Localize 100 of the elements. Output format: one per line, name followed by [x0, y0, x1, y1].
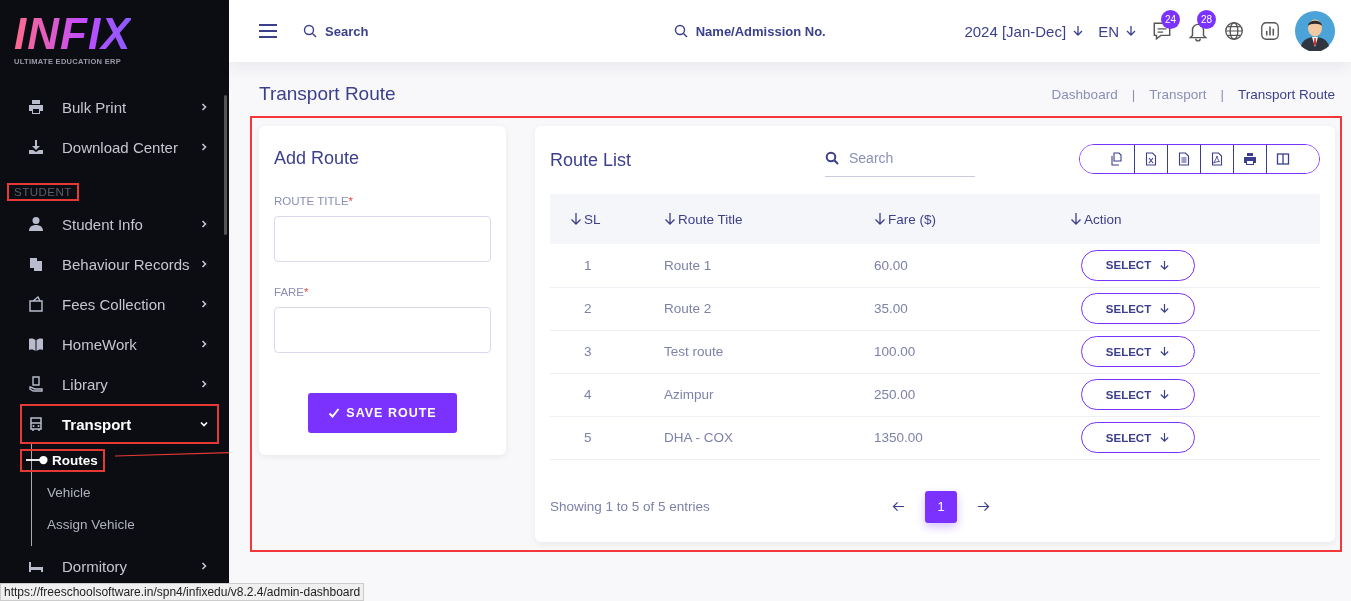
table-cell: 250.00 — [874, 387, 916, 402]
select-dropdown-button[interactable]: SELECT — [1081, 249, 1195, 281]
down-arrow-icon — [1159, 303, 1171, 314]
person-icon — [28, 216, 44, 232]
submenu-item[interactable]: Vehicle — [20, 480, 98, 504]
notification-badge: 28 — [1197, 10, 1216, 29]
user-avatar[interactable] — [1295, 11, 1335, 51]
chevron-icon — [199, 142, 209, 152]
table-cell: 35.00 — [874, 301, 908, 316]
menu-item[interactable]: Download Center — [20, 127, 219, 167]
menu-item[interactable]: Dormitory — [20, 546, 219, 586]
previous-arrow-icon[interactable] — [892, 500, 905, 513]
select-dropdown-button[interactable]: SELECT — [1081, 336, 1195, 367]
menu-item[interactable]: Library — [20, 364, 219, 404]
language-dropdown[interactable]: EN — [1098, 22, 1137, 40]
search-icon — [673, 24, 688, 38]
session-dropdown[interactable]: 2024 [Jan-Dec] — [964, 22, 1085, 40]
field-label: ROUTE TITLE* — [274, 195, 355, 207]
printer-icon — [28, 99, 44, 115]
chevron-icon — [199, 259, 209, 269]
book-icon — [28, 336, 44, 352]
menu-item[interactable]: Fees Collection — [20, 284, 219, 324]
table-cell: 1 — [584, 257, 592, 273]
table-cell: DHA - COX — [664, 430, 733, 445]
table-cell: Azimpur — [664, 387, 714, 402]
select-dropdown-button[interactable]: SELECT — [1081, 293, 1195, 324]
chevron-icon — [199, 561, 209, 571]
next-arrow-icon[interactable] — [977, 500, 990, 513]
chevron-icon — [199, 419, 209, 429]
entries-info: Showing 1 to 5 of 5 entries — [550, 499, 710, 514]
table-cell: Route 2 — [664, 301, 712, 316]
card-title: Route List — [550, 149, 632, 171]
chevron-icon — [199, 339, 209, 349]
down-arrow-icon — [1072, 25, 1085, 37]
breadcrumb-separator: | — [1131, 86, 1136, 102]
table-cell: 2 — [584, 301, 592, 316]
breadcrumb-separator: | — [1220, 86, 1224, 102]
table-cell: 4 — [584, 387, 592, 402]
submenu-item[interactable]: Routes — [20, 448, 105, 472]
menu-item[interactable]: Transport — [20, 404, 219, 444]
table-cell: Test route — [664, 344, 724, 359]
section-label: STUDENT — [7, 183, 79, 201]
globe-icon[interactable] — [1223, 20, 1245, 42]
clipboard-icon — [28, 256, 44, 272]
down-arrow-icon — [1159, 389, 1171, 400]
pdf-file-icon — [1210, 152, 1224, 166]
table-cell: Route 1 — [664, 257, 712, 273]
menu-icon[interactable] — [259, 24, 277, 38]
column-header[interactable]: SL — [550, 194, 664, 244]
menu-item[interactable]: Bulk Print — [20, 87, 219, 127]
download-icon — [28, 139, 44, 155]
columns-icon — [1276, 152, 1290, 166]
field-label: FARE* — [274, 286, 310, 298]
chart-icon[interactable] — [1259, 20, 1281, 42]
wallet-icon — [28, 296, 44, 312]
column-header[interactable]: Fare ($) — [874, 194, 1070, 244]
url-status-tooltip: https://freeschoolsoftware.in/spn4/infixedu/v8.2.4/admin-dashboard — [0, 583, 365, 601]
printer-icon — [1243, 152, 1257, 166]
menu-item[interactable]: HomeWork — [20, 324, 219, 364]
search-icon — [303, 24, 317, 38]
chevron-icon — [199, 102, 209, 112]
down-arrow-icon — [1159, 432, 1171, 443]
select-dropdown-button[interactable]: SELECT — [1081, 379, 1195, 410]
search-field[interactable]: Search — [323, 22, 427, 40]
table-cell: 100.00 — [874, 344, 916, 359]
menu-item[interactable]: Behaviour Records — [20, 244, 219, 284]
search-field[interactable]: Search — [825, 139, 975, 177]
column-header[interactable]: Action — [1070, 194, 1320, 244]
chevron-icon — [199, 299, 209, 309]
page-title: Transport Route — [259, 83, 396, 105]
table-cell: 3 — [584, 344, 592, 359]
input-field[interactable] — [274, 307, 491, 353]
scrollbar[interactable] — [224, 95, 227, 235]
notification-badge: 24 — [1161, 10, 1180, 29]
breadcrumb-link[interactable]: Transport Route — [1237, 86, 1335, 102]
check-icon — [328, 407, 341, 419]
card-title: Add Route — [274, 148, 361, 169]
export-button[interactable] — [1266, 145, 1319, 173]
select-dropdown-button[interactable]: SELECT — [1081, 422, 1195, 453]
input-field[interactable] — [274, 216, 491, 262]
page-button[interactable]: 1 — [925, 490, 957, 523]
table-cell: 1350.00 — [874, 430, 923, 445]
sort-arrow-icon — [874, 211, 886, 226]
search-icon — [825, 150, 839, 165]
chevron-icon — [199, 219, 209, 229]
copy-icon — [1110, 152, 1124, 166]
student-search-field[interactable]: Name/Admission No. — [693, 22, 838, 40]
menu-item[interactable]: Student Info — [20, 204, 219, 244]
submenu-item[interactable]: Assign Vehicle — [20, 512, 142, 536]
sort-arrow-icon — [1070, 211, 1082, 226]
table-cell: 5 — [584, 430, 592, 445]
save-button[interactable]: SAVE ROUTE — [308, 393, 457, 433]
column-header[interactable]: Route Title — [664, 194, 874, 244]
sort-arrow-icon — [570, 211, 582, 226]
down-arrow-icon — [1159, 346, 1171, 357]
reader-icon — [28, 376, 44, 392]
chevron-icon — [199, 379, 209, 389]
down-arrow-icon — [1159, 259, 1171, 271]
document-icon — [1177, 152, 1191, 166]
spreadsheet-icon — [1144, 152, 1158, 166]
